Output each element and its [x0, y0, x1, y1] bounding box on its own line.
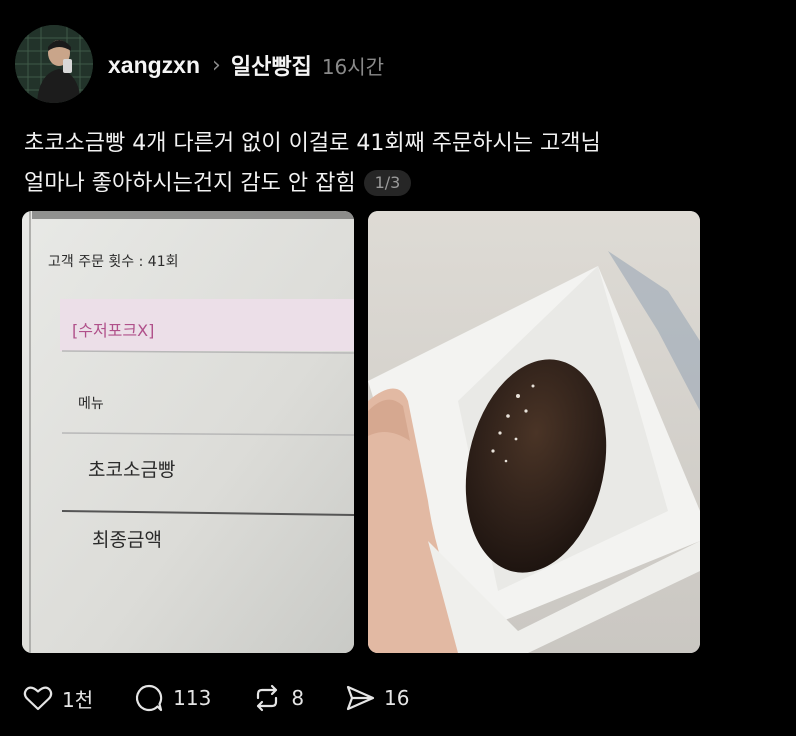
chevron-right-icon: ›: [212, 52, 221, 78]
post-header: xangzxn › 일산빵집 16시간: [108, 48, 384, 82]
receipt-screen-background: [22, 211, 354, 653]
post-image-2[interactable]: [368, 211, 700, 653]
repost-icon: [257, 684, 278, 712]
repost-button[interactable]: 8: [251, 682, 304, 714]
username-link[interactable]: xangzxn: [108, 52, 200, 79]
avatar-image: [15, 25, 93, 103]
chocolate-bread-photo: [368, 211, 700, 653]
comment-count: 113: [173, 686, 212, 710]
image-counter-badge: 1/3: [363, 170, 412, 196]
community-link[interactable]: 일산빵집: [231, 49, 312, 81]
comment-button[interactable]: 113: [133, 682, 211, 714]
post-text-line-2-text: 얼마나 좋아하시는건지 감도 안 잡힘: [24, 171, 356, 196]
post-actions: 1천 113 8 16: [22, 680, 450, 716]
share-count: 16: [384, 686, 410, 710]
heart-icon: [23, 686, 53, 711]
repost-count: 8: [291, 686, 305, 710]
share-button[interactable]: 16: [344, 682, 410, 714]
order-count-text: 고객 주문 횟수 : 41회: [48, 254, 179, 270]
menu-item-text: 초코소금빵: [88, 459, 176, 481]
menu-label-text: 메뉴: [78, 396, 104, 412]
post-text-line-2: 얼마나 좋아하시는건지 감도 안 잡힘 1/3: [24, 164, 764, 204]
total-label-text: 최종금액: [92, 529, 162, 551]
post-text-line-1: 초코소금빵 4개 다른거 없이 이걸로 41회째 주문하시는 고객님: [24, 131, 601, 156]
post-timestamp: 16시간: [321, 54, 385, 79]
like-button[interactable]: 1천: [22, 682, 93, 714]
share-icon: [346, 685, 375, 711]
comment-icon: [136, 684, 163, 712]
like-count: 1천: [62, 687, 94, 712]
avatar[interactable]: [15, 25, 93, 103]
utensils-note-text: [수저포크X]: [72, 321, 155, 340]
post-body: 초코소금빵 4개 다른거 없이 이걸로 41회째 주문하시는 고객님 얼마나 좋…: [24, 124, 764, 204]
post-image-1[interactable]: 고객 주문 횟수 : 41회 [수저포크X] 메뉴 초코소금빵 최종금액: [22, 211, 354, 653]
